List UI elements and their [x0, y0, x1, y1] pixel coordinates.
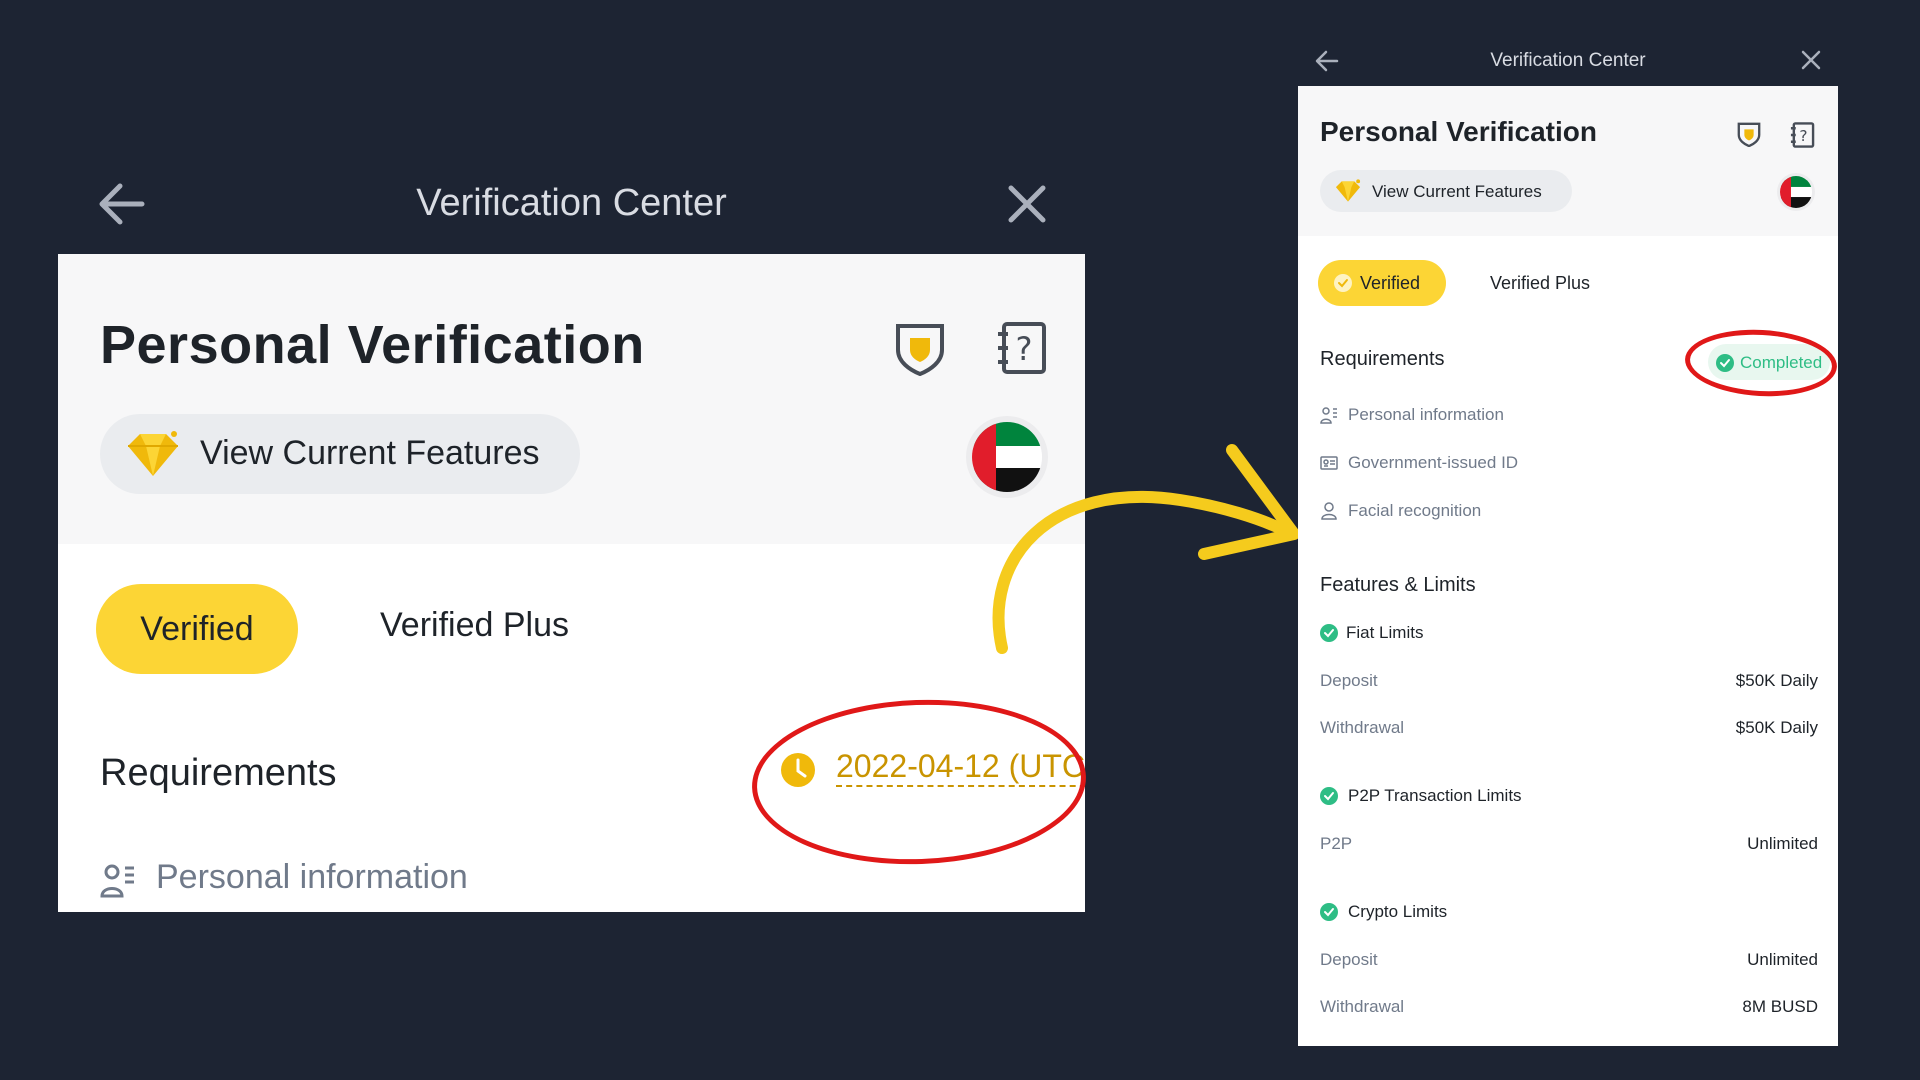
page-title: Personal Verification — [1320, 116, 1597, 147]
svg-text:?: ? — [1799, 127, 1807, 145]
section-title-fiat: Fiat Limits — [1346, 623, 1424, 642]
tab-verified-plus[interactable]: Verified Plus — [380, 606, 569, 645]
requirement-personal-info: Personal information — [156, 858, 468, 896]
close-icon[interactable] — [1005, 182, 1049, 226]
check-circle-icon — [1320, 624, 1338, 642]
verification-card: Personal Verification ? View Current Fea… — [1298, 86, 1838, 1046]
curved-arrow-icon — [992, 444, 1300, 654]
view-features-button[interactable]: View Current Features — [1320, 170, 1572, 212]
tab-verified[interactable]: Verified — [1318, 260, 1446, 306]
limit-label: Deposit — [1320, 950, 1378, 969]
diamond-icon — [1335, 179, 1361, 202]
id-card-icon — [1320, 456, 1338, 470]
features-limits-heading: Features & Limits — [1320, 574, 1476, 596]
person-info-icon — [100, 864, 134, 898]
limit-value: $50K Daily — [1735, 671, 1818, 690]
card-top-section — [1298, 86, 1838, 236]
limit-label: P2P — [1320, 834, 1353, 853]
section-title-crypto: Crypto Limits — [1348, 902, 1448, 921]
header-title: Verification Center — [1490, 50, 1646, 71]
tab-verified-label: Verified — [1360, 273, 1421, 293]
requirements-heading: Requirements — [100, 752, 337, 794]
requirements-heading: Requirements — [1320, 348, 1445, 370]
zoomed-header: Verification Center — [58, 160, 1085, 254]
help-icon[interactable]: ? — [994, 320, 1048, 376]
check-circle-icon — [1320, 787, 1338, 805]
diamond-icon — [128, 431, 178, 476]
limit-value: $50K Daily — [1735, 718, 1818, 737]
person-icon — [1321, 502, 1337, 520]
limit-label: Withdrawal — [1320, 718, 1405, 737]
view-features-label: View Current Features — [1372, 182, 1542, 201]
svg-text:?: ? — [1016, 330, 1033, 368]
card-top-section — [58, 254, 1085, 544]
tab-verified-plus[interactable]: Verified Plus — [1490, 273, 1590, 294]
close-icon[interactable] — [1800, 49, 1822, 71]
shield-icon[interactable] — [892, 320, 948, 376]
requirement-item: Government-issued ID — [1348, 453, 1519, 472]
header-title: Verification Center — [416, 182, 727, 224]
header: Verification Center — [1298, 40, 1838, 86]
view-features-label: View Current Features — [200, 434, 540, 472]
limit-value: Unlimited — [1747, 950, 1818, 969]
check-circle-icon — [1320, 903, 1338, 921]
limit-value: 8M BUSD — [1742, 997, 1818, 1016]
requirement-item: Personal information — [1348, 405, 1504, 424]
section-title-p2p: P2P Transaction Limits — [1348, 786, 1522, 805]
shield-icon[interactable] — [1736, 121, 1762, 147]
uae-flag-icon[interactable] — [1780, 176, 1812, 208]
limit-value: Unlimited — [1747, 834, 1818, 853]
requirement-item: Facial recognition — [1348, 501, 1482, 520]
help-icon[interactable]: ? — [1789, 121, 1815, 149]
page-title: Personal Verification — [100, 315, 645, 375]
view-features-button[interactable]: View Current Features — [100, 414, 580, 494]
person-info-icon — [1320, 407, 1337, 424]
limit-label: Deposit — [1320, 671, 1378, 690]
check-circle-icon — [1334, 274, 1352, 292]
limit-label: Withdrawal — [1320, 997, 1405, 1016]
tab-verified[interactable]: Verified — [96, 584, 298, 674]
